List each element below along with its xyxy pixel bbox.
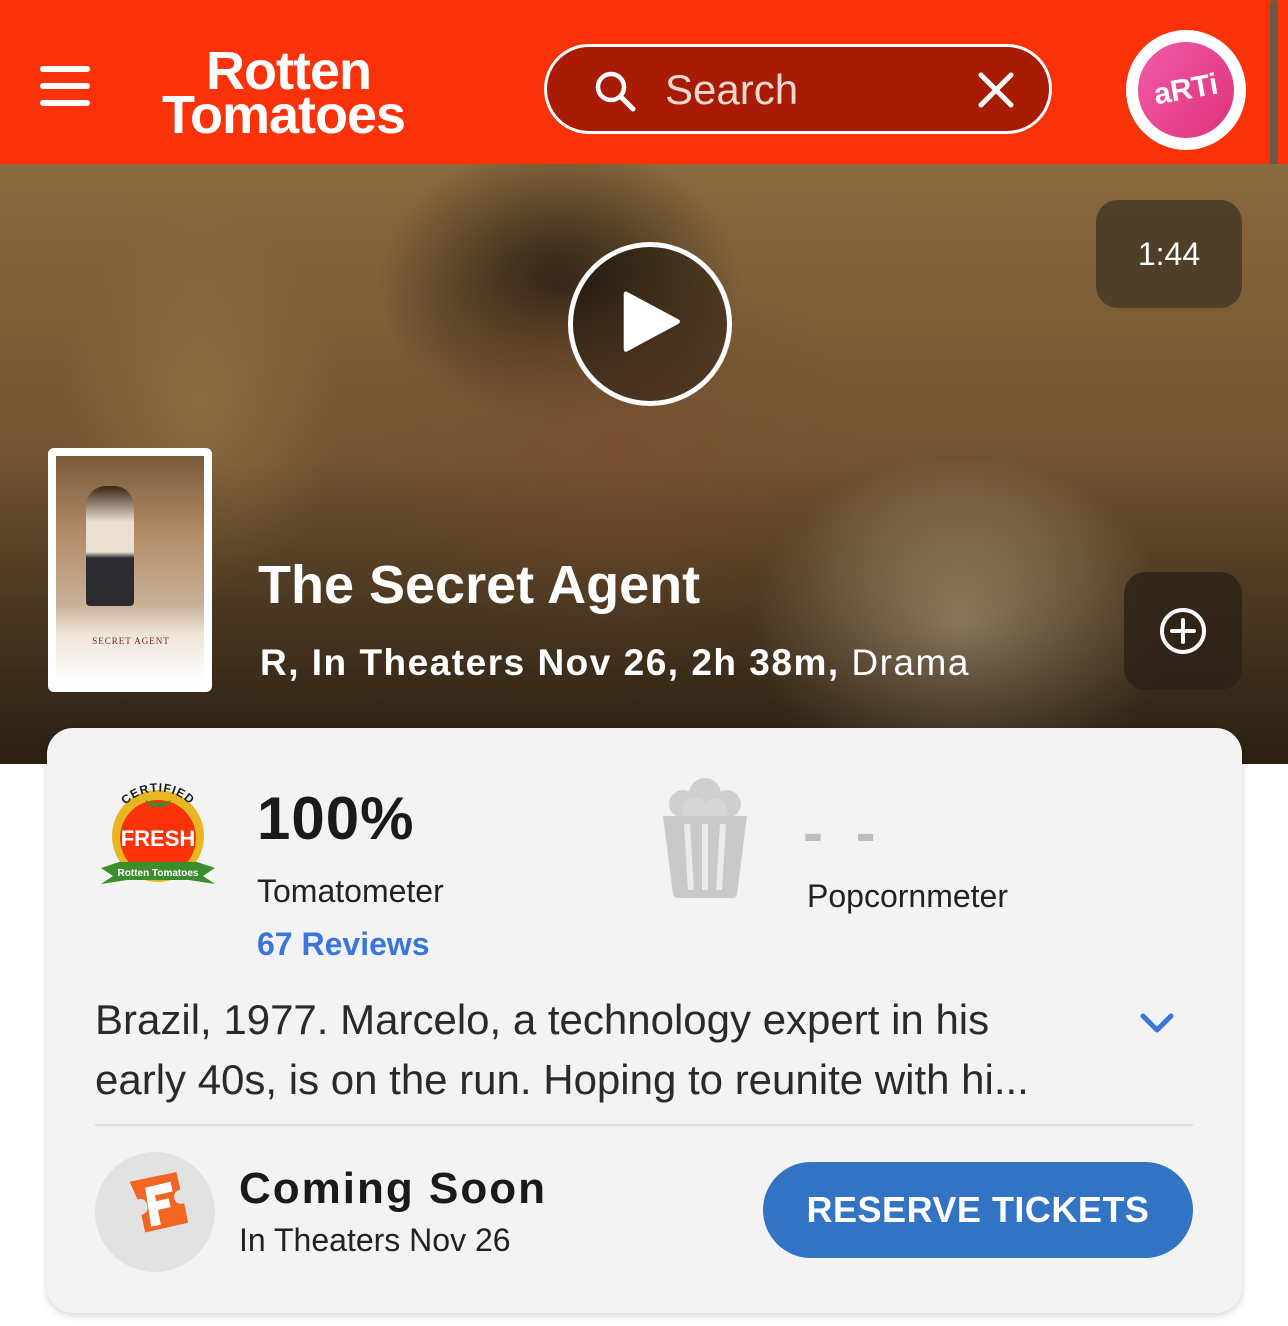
synopsis-line-2: early 40s, is on the run. Hoping to reun… — [95, 1056, 1029, 1103]
movie-title: The Secret Agent — [258, 555, 701, 615]
fandango-icon — [129, 1172, 189, 1233]
avatar-text: aRTi — [1130, 34, 1242, 146]
divider — [95, 1124, 1193, 1126]
video-duration: 1:44 — [1096, 200, 1242, 308]
movie-meta: R, In Theaters Nov 26, 2h 38m, Drama — [260, 642, 970, 684]
movie-poster[interactable]: SECRET AGENT — [48, 448, 212, 692]
play-icon — [623, 291, 681, 352]
badge-fresh-text: FRESH — [121, 826, 196, 851]
movie-meta-main: R, In Theaters Nov 26, 2h 38m, — [260, 642, 852, 683]
poster-image: SECRET AGENT — [56, 456, 204, 684]
chevron-down-icon[interactable] — [1135, 1006, 1179, 1040]
movie-synopsis[interactable]: Brazil, 1977. Marcelo, a technology expe… — [95, 990, 1105, 1110]
badge-brand-text: Rotten Tomatoes — [118, 868, 199, 879]
score-card: CERTIFIED FRESH Rotten Tomatoes 100% Tom… — [47, 728, 1242, 1313]
synopsis-line-1: Brazil, 1977. Marcelo, a technology expe… — [95, 996, 990, 1043]
popcorn-bucket-icon — [663, 778, 747, 898]
reserve-tickets-button[interactable]: RESERVE TICKETS — [763, 1162, 1193, 1258]
release-date: In Theaters Nov 26 — [239, 1222, 511, 1258]
hero-trailer: 1:44 SECRET AGENT The Secret Agent R, In… — [0, 164, 1288, 764]
close-icon[interactable] — [973, 67, 1019, 113]
hamburger-menu-icon[interactable] — [40, 66, 92, 110]
popcornmeter-label: Popcornmeter — [807, 878, 1008, 914]
fandango-logo — [95, 1152, 215, 1272]
rotten-tomatoes-logo[interactable]: Rotten Tomatoes — [162, 40, 492, 145]
add-to-watchlist-button[interactable] — [1124, 572, 1242, 690]
user-avatar[interactable]: aRTi — [1126, 30, 1246, 150]
reviews-link[interactable]: 67 Reviews — [257, 926, 430, 963]
search-icon — [595, 71, 636, 112]
play-button[interactable] — [568, 242, 732, 406]
popcornmeter-score: - - — [803, 799, 884, 866]
tomatometer-label: Tomatometer — [257, 873, 444, 909]
search-bar[interactable] — [544, 44, 1052, 134]
certified-fresh-icon: CERTIFIED FRESH Rotten Tomatoes — [101, 780, 215, 884]
top-header: Rotten Tomatoes aRTi — [0, 0, 1288, 164]
logo-text-tomatoes: Tomatoes — [162, 85, 406, 145]
movie-genre: Drama — [851, 642, 970, 683]
poster-title: SECRET AGENT — [92, 636, 170, 646]
tomatometer-score: 100% — [257, 785, 415, 852]
search-input[interactable] — [665, 61, 965, 119]
coming-soon-title: Coming Soon — [239, 1164, 547, 1213]
plus-circle-icon — [1160, 608, 1206, 654]
